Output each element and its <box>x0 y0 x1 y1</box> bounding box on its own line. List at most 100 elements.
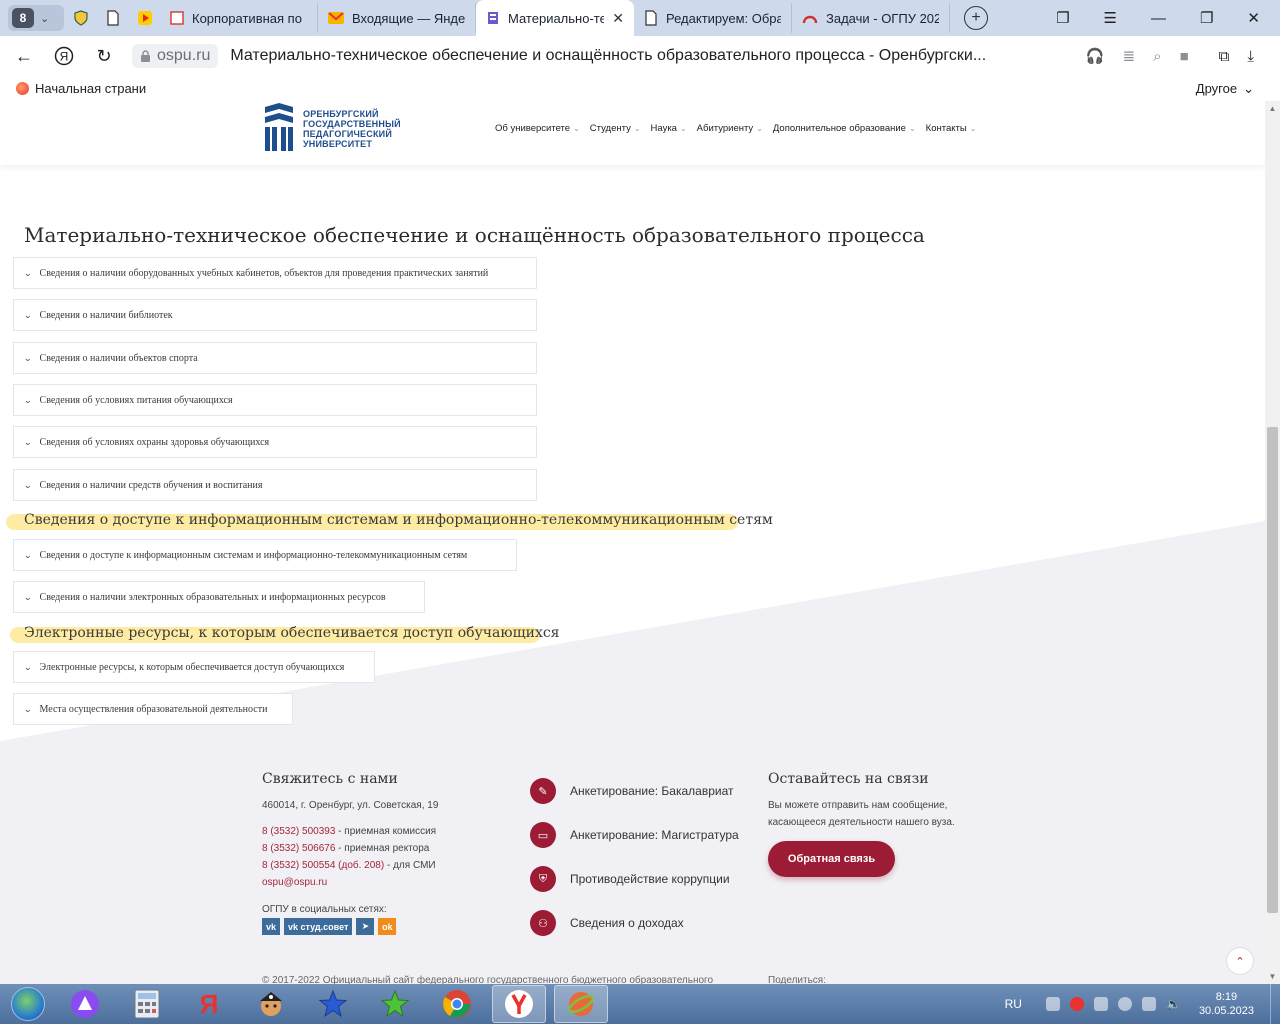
scroll-down-icon[interactable]: ▼ <box>1265 969 1280 984</box>
accordion-item[interactable]: ⌄ Сведения о наличии электронных образов… <box>13 581 425 613</box>
nav-item-extra-education[interactable]: Дополнительное образование ⌄ <box>773 123 916 134</box>
chevron-down-icon: ⌄ <box>908 124 916 133</box>
svg-text:Я: Я <box>200 989 219 1019</box>
yandex-button[interactable]: Я <box>48 40 80 72</box>
headphones-icon[interactable]: 🎧 <box>1086 47 1105 65</box>
footer-link-survey-master[interactable]: ▭ Анкетирование: Магистратура <box>530 822 739 848</box>
update-icon[interactable] <box>1117 997 1132 1011</box>
nav-item-contacts[interactable]: Контакты ⌄ <box>926 123 977 134</box>
bookmark-icon[interactable]: ■ <box>1180 48 1189 65</box>
footer-link-survey-bachelor[interactable]: ✎ Анкетирование: Бакалавриат <box>530 778 734 804</box>
network-icon[interactable] <box>1045 997 1060 1011</box>
nav-item-science[interactable]: Наука ⌄ <box>651 123 687 134</box>
address-page-title[interactable]: Материально-техническое обеспечение и ос… <box>230 47 990 65</box>
tab-editor[interactable]: Редактируем: Обра <box>634 3 792 33</box>
tools-icon[interactable] <box>1093 997 1108 1011</box>
close-tab-icon[interactable]: ✕ <box>612 10 624 27</box>
bookmark-other-folder[interactable]: Другое ⌄ <box>1196 81 1254 97</box>
nav-label: Абитуриенту <box>696 123 754 134</box>
tab-corporate-mail[interactable]: Корпоративная по <box>160 3 318 33</box>
pinned-tab-doc[interactable] <box>98 3 128 33</box>
taskbar-yandex[interactable]: Я <box>182 985 236 1023</box>
taskbar-alice[interactable] <box>58 985 112 1023</box>
taskbar-other-app[interactable] <box>554 985 608 1023</box>
vk-student-council-button[interactable]: vk студ.совет <box>284 918 353 935</box>
scroll-to-top-button[interactable]: ⌃ <box>1226 947 1254 975</box>
tab-count: 8 <box>12 8 34 28</box>
nav-item-applicant[interactable]: Абитуриенту ⌄ <box>697 123 763 134</box>
page-scrollbar[interactable]: ▲ ▼ <box>1265 101 1280 984</box>
nav-item-student[interactable]: Студенту ⌄ <box>590 123 641 134</box>
downloads-icon[interactable]: ⧉ <box>1219 48 1230 65</box>
site-logo[interactable]: ОРЕНБУРГСКИЙ ГОСУДАРСТВЕННЫЙ ПЕДАГОГИЧЕС… <box>261 103 401 155</box>
accordion-item[interactable]: ⌄ Электронные ресурсы, к которым обеспеч… <box>13 651 375 683</box>
accordion-item[interactable]: ⌄ Сведения о наличии оборудованных учебн… <box>13 257 537 289</box>
telegram-icon[interactable]: ➤ <box>356 918 375 935</box>
back-button[interactable]: ← <box>8 40 40 72</box>
collections-icon[interactable]: ❐ <box>1056 9 1069 27</box>
minimize-icon[interactable]: — <box>1151 10 1166 27</box>
reload-button[interactable]: ↻ <box>88 40 120 72</box>
footer-link-label: Противодействие коррупции <box>570 872 730 886</box>
restore-icon[interactable]: ❐ <box>1200 9 1213 27</box>
chevron-down-icon: ⌄ <box>23 549 33 560</box>
close-window-icon[interactable]: ✕ <box>1247 9 1260 27</box>
show-desktop-button[interactable] <box>1270 984 1280 1024</box>
accordion-label: Сведения о наличии оборудованных учебных… <box>39 267 489 279</box>
odnoklassniki-icon[interactable]: ok <box>378 918 397 935</box>
taskbar-blue-star[interactable] <box>306 985 360 1023</box>
footer-link-anticorruption[interactable]: ⛨ Противодействие коррупции <box>530 866 730 892</box>
nav-item-about[interactable]: Об университете ⌄ <box>495 123 580 134</box>
tab-tasks[interactable]: Задачи - ОГПУ 202 <box>792 3 950 33</box>
scroll-up-icon[interactable]: ▲ <box>1265 101 1280 116</box>
tab-counter-button[interactable]: 8 ⌄ <box>8 5 64 31</box>
reader-mode-icon[interactable]: ≣ <box>1123 47 1136 65</box>
feedback-button[interactable]: Обратная связь <box>768 841 895 877</box>
search-icon[interactable]: ⌕ <box>1153 48 1161 65</box>
phone-link[interactable]: 8 (3532) 500393 <box>262 826 335 837</box>
taskbar-calculator[interactable] <box>120 985 174 1023</box>
pinned-tab-shield[interactable] <box>66 3 96 33</box>
phone-link[interactable]: 8 (3532) 506676 <box>262 843 335 854</box>
bookmarks-bar: Начальная страни Другое ⌄ <box>0 76 1280 101</box>
accordion-item[interactable]: ⌄ Сведения о наличии средств обучения и … <box>13 469 537 501</box>
phone-label: - для СМИ <box>384 860 436 871</box>
vk-icon[interactable]: vk <box>262 918 280 935</box>
university-logo-icon <box>488 12 498 24</box>
chrome-icon <box>443 990 471 1018</box>
yandex-icon: Я <box>54 46 74 66</box>
email-link[interactable]: ospu@ospu.ru <box>262 877 327 888</box>
tab-title: Входящие — Яндек <box>352 10 465 26</box>
new-tab-button[interactable]: + <box>964 6 988 30</box>
clock-date: 30.05.2023 <box>1198 1005 1254 1017</box>
language-indicator[interactable]: RU <box>1005 997 1022 1011</box>
yandex-tray-icon[interactable] <box>1069 997 1084 1011</box>
phone-link[interactable]: 8 (3532) 500554 (доб. 208) <box>262 860 384 871</box>
taskbar-game[interactable] <box>244 985 298 1023</box>
download-arrow-icon[interactable]: ⤓ <box>1247 48 1254 65</box>
taskbar-green-star[interactable] <box>368 985 422 1023</box>
accordion-item[interactable]: ⌄ Сведения об условиях охраны здоровья о… <box>13 426 537 458</box>
chevron-down-icon: ⌄ <box>633 124 641 133</box>
display-icon[interactable] <box>1141 997 1156 1011</box>
tab-active-page[interactable]: Материально-те ✕ <box>476 0 634 36</box>
accordion-item[interactable]: ⌄ Сведения об условиях питания обучающих… <box>13 384 537 416</box>
bookmark-home[interactable]: Начальная страни <box>16 81 146 96</box>
clock[interactable]: 8:19 30.05.2023 <box>1199 990 1254 1018</box>
menu-icon[interactable]: ☰ <box>1104 9 1117 27</box>
accordion-item[interactable]: ⌄ Сведения о наличии библиотек <box>13 299 537 331</box>
volume-icon[interactable]: 🔈 <box>1166 997 1181 1011</box>
play-icon <box>138 11 152 25</box>
footer-link-income[interactable]: ⚇ Сведения о доходах <box>530 910 684 936</box>
start-button[interactable] <box>6 984 50 1024</box>
pinned-tab-video[interactable] <box>130 3 160 33</box>
url-host[interactable]: ospu.ru <box>132 44 219 68</box>
taskbar-chrome[interactable] <box>430 985 484 1023</box>
taskbar-yandex-browser[interactable] <box>492 985 546 1023</box>
scrollbar-thumb[interactable] <box>1267 427 1278 913</box>
accordion-label: Сведения об условиях охраны здоровья обу… <box>39 436 270 448</box>
accordion-item[interactable]: ⌄ Сведения о наличии объектов спорта <box>13 342 537 374</box>
tab-yandex-mail[interactable]: Входящие — Яндек <box>318 3 476 33</box>
accordion-item[interactable]: ⌄ Сведения о доступе к информационным си… <box>13 539 517 571</box>
accordion-item[interactable]: ⌄ Места осуществления образовательной де… <box>13 693 293 725</box>
